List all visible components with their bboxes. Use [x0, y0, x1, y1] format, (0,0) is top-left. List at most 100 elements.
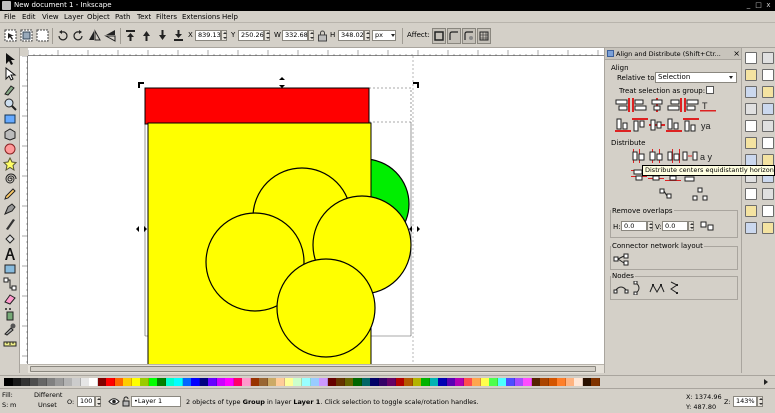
close-button[interactable]: x	[764, 1, 773, 10]
stroke-value[interactable]: Unset	[38, 401, 57, 409]
pencil-tool-icon[interactable]	[3, 187, 17, 201]
lower-to-bottom-icon[interactable]	[172, 29, 185, 42]
move-patterns-toggle[interactable]	[477, 28, 491, 44]
handle-middle-left[interactable]	[136, 226, 147, 232]
menu-path[interactable]: Path	[115, 13, 130, 21]
zoom-spinner[interactable]	[757, 396, 763, 407]
opacity-field[interactable]: 100	[77, 396, 95, 407]
align-top-to-bottom-anchor-icon[interactable]	[615, 118, 631, 132]
handle-top-center[interactable]	[279, 77, 285, 88]
menu-help[interactable]: Help	[222, 13, 238, 21]
spray-tool-icon[interactable]	[3, 307, 17, 321]
minimize-button[interactable]: _	[744, 1, 753, 10]
zoom-tool-icon[interactable]	[3, 97, 17, 111]
unclump-objects-icon[interactable]	[692, 187, 708, 201]
palette-scroll-right-icon[interactable]	[764, 379, 768, 385]
xml-editor-icon[interactable]	[762, 188, 774, 200]
center-horizontal-axis-icon[interactable]	[649, 118, 665, 132]
drawing-canvas[interactable]	[28, 56, 604, 364]
distribute-right-edges-icon[interactable]	[665, 149, 681, 163]
align-baseline-v-icon[interactable]: ya	[700, 118, 716, 132]
nodes-distribute-h-button[interactable]	[649, 281, 665, 295]
calligraphy-tool-icon[interactable]	[3, 217, 17, 231]
tweak-tool-icon[interactable]	[3, 82, 17, 96]
align-bottom-edges-icon[interactable]	[666, 118, 682, 132]
ungroup-icon[interactable]	[762, 120, 774, 132]
horizontal-scrollbar[interactable]	[28, 364, 604, 373]
menu-filters[interactable]: Filters	[156, 13, 177, 21]
align-icon[interactable]	[762, 205, 774, 217]
y-field[interactable]: 250.268	[238, 30, 268, 41]
scale-corners-toggle[interactable]	[447, 28, 461, 44]
align-right-edges-to-left-anchor-icon[interactable]	[615, 98, 631, 112]
overlap-h-spinner[interactable]	[647, 221, 653, 231]
move-gradients-toggle[interactable]	[462, 28, 476, 44]
opacity-spinner[interactable]	[95, 396, 101, 407]
eraser-tool-icon[interactable]	[3, 292, 17, 306]
h-spinner[interactable]	[364, 30, 370, 41]
menu-view[interactable]: View	[42, 13, 59, 21]
align-left-edges-to-right-anchor-icon[interactable]	[683, 98, 699, 112]
rotate-cw-icon[interactable]	[72, 29, 85, 42]
group-icon[interactable]	[762, 103, 774, 115]
menu-edit[interactable]: Edit	[22, 13, 36, 21]
import-icon[interactable]	[745, 120, 757, 132]
align-baseline-h-icon[interactable]: T	[700, 98, 716, 112]
raise-to-top-icon[interactable]	[124, 29, 137, 42]
remove-overlaps-button[interactable]	[699, 219, 715, 233]
h-field[interactable]: 348.020	[338, 30, 368, 41]
menu-object[interactable]: Object	[87, 13, 110, 21]
paint-bucket-tool-icon[interactable]	[3, 232, 17, 246]
handle-top-right[interactable]	[413, 82, 419, 88]
randomize-centers-icon[interactable]	[658, 187, 674, 201]
select-all-layers-icon[interactable]	[20, 29, 33, 42]
vertical-ruler[interactable]	[20, 55, 28, 364]
new-document-icon[interactable]	[745, 52, 757, 64]
deselect-icon[interactable]	[36, 29, 49, 42]
scrollbar-thumb[interactable]	[30, 366, 596, 372]
align-left-edges-icon[interactable]	[632, 98, 648, 112]
menu-file[interactable]: File	[4, 13, 16, 21]
red-rectangle[interactable]	[144, 87, 370, 125]
text-tool-icon[interactable]	[3, 247, 17, 261]
ellipse-tool-icon[interactable]	[3, 142, 17, 156]
dropper-tool-icon[interactable]	[3, 322, 17, 336]
node-tool-icon[interactable]	[3, 66, 17, 81]
horizontal-ruler[interactable]	[27, 48, 604, 56]
dock-close-icon[interactable]: ×	[733, 49, 740, 58]
make-horizontal-gaps-equal-icon[interactable]	[682, 149, 698, 163]
distribute-left-edges-icon[interactable]	[631, 149, 647, 163]
align-right-edges-icon[interactable]	[666, 98, 682, 112]
3d-box-tool-icon[interactable]	[3, 127, 17, 141]
handle-top-left[interactable]	[138, 82, 144, 88]
align-bottom-to-top-anchor-icon[interactable]	[683, 118, 699, 132]
x-spinner[interactable]	[221, 30, 227, 41]
menu-layer[interactable]: Layer	[64, 13, 84, 21]
flip-horizontal-icon[interactable]	[88, 29, 101, 42]
print-icon[interactable]	[745, 103, 757, 115]
scale-stroke-toggle[interactable]	[432, 28, 446, 44]
flip-vertical-icon[interactable]	[104, 29, 117, 42]
zoom-drawing-icon[interactable]	[762, 52, 774, 64]
zoom-field[interactable]: 143%	[733, 396, 757, 407]
raise-icon[interactable]	[140, 29, 153, 42]
overlap-v-spinner[interactable]	[688, 221, 694, 231]
menu-text[interactable]: Text	[137, 13, 151, 21]
lower-icon[interactable]	[156, 29, 169, 42]
yellow-circle-bottom[interactable]	[276, 258, 376, 358]
measure-tool-icon[interactable]	[3, 337, 17, 351]
select-all-icon[interactable]	[4, 29, 17, 42]
preferences-icon[interactable]	[762, 222, 774, 234]
rotate-ccw-icon[interactable]	[56, 29, 69, 42]
x-field[interactable]: 839.133	[195, 30, 225, 41]
star-tool-icon[interactable]	[2, 156, 18, 172]
w-field[interactable]: 332.687	[282, 30, 312, 41]
distribute-baselines-h-icon[interactable]: a y	[699, 149, 715, 163]
w-spinner[interactable]	[308, 30, 314, 41]
overlap-h-field[interactable]: 0.0	[621, 221, 647, 231]
pen-tool-icon[interactable]	[3, 202, 17, 216]
layer-visibility-icon[interactable]	[108, 396, 120, 407]
menu-extensions[interactable]: Extensions	[182, 13, 220, 21]
layer-lock-icon[interactable]	[122, 396, 130, 407]
rectangle-tool-icon[interactable]	[3, 112, 17, 126]
